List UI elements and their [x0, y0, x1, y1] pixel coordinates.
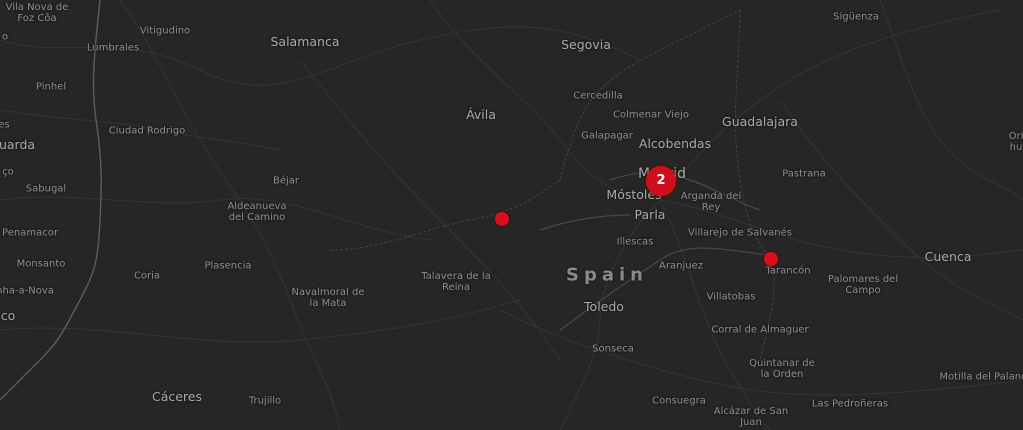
- place-label-alcobendas: Alcobendas: [638, 136, 712, 151]
- place-label-villarejo-de-salvanes: Villarejo de Salvanés: [688, 227, 792, 239]
- place-label-guarda: uarda: [0, 137, 36, 152]
- country-label-spain: Spain: [566, 264, 648, 286]
- place-label-siguenza: Sigüenza: [833, 11, 879, 23]
- place-label-talavera-de-la-reina: Talavera de la Reina: [421, 271, 491, 293]
- place-label-vila-nova-de-foz-coa: Vila Nova de Foz Côa: [5, 2, 69, 24]
- place-label-ticked-edge: ço: [2, 166, 14, 178]
- place-label-guadalajara: Guadalajara: [722, 114, 798, 129]
- place-label-trujillo: Trujillo: [248, 395, 282, 407]
- place-label-quintanar-de-la-orden: Quintanar de la Orden: [749, 358, 815, 380]
- place-label-navalmoral-de-la-mata: Navalmoral de la Mata: [291, 287, 365, 309]
- place-label-cuenca: Cuenca: [924, 249, 972, 264]
- place-label-monsanto: Monsanto: [16, 258, 66, 270]
- place-label-salamanca: Salamanca: [270, 34, 340, 49]
- place-label-caceres: Cáceres: [151, 389, 203, 404]
- place-label-toledo: Toledo: [584, 299, 624, 314]
- place-label-palomares-del-campo: Palomares del Campo: [827, 274, 899, 296]
- place-label-idanha-a-nova: nha-a-Nova: [0, 285, 54, 297]
- place-label-orihuela-edge: Ori hu: [1008, 131, 1023, 153]
- place-label-cercedilla: Cercedilla: [573, 90, 623, 102]
- place-label-sabugal: Sabugal: [25, 183, 67, 195]
- place-label-coria: Coria: [133, 270, 161, 282]
- place-label-lumbrales: Lumbrales: [86, 42, 140, 54]
- place-label-bejar: Béjar: [272, 175, 300, 187]
- place-label-penamacor: Penamacor: [2, 227, 58, 239]
- place-label-tarancon: Tarancón: [765, 265, 811, 277]
- place-label-segovia: Segovia: [561, 37, 611, 52]
- map-roads-layer: [0, 0, 1023, 430]
- place-label-sonseca: Sonseca: [592, 343, 634, 355]
- place-label-arganda-del-rey: Arganda del Rey: [680, 191, 742, 213]
- place-label-illescas: Illescas: [616, 236, 654, 248]
- place-label-aldeanueva-del-camino: Aldeanueva del Camino: [227, 201, 287, 223]
- place-label-parla: Parla: [634, 207, 666, 222]
- map-marker-tarancon[interactable]: [764, 252, 778, 266]
- place-label-motilla-del-palancar: Motilla del Palanca: [939, 371, 1023, 383]
- map-canvas[interactable]: Vila Nova de Foz Côa Vitigudino Lumbrale…: [0, 0, 1023, 430]
- marker-cluster-madrid[interactable]: 2: [646, 166, 676, 196]
- map-marker-talavera-area[interactable]: [495, 212, 509, 226]
- place-label-galapagar: Galapagar: [581, 130, 633, 142]
- place-label-edge-es: es: [0, 119, 10, 131]
- place-label-pastrana: Pastrana: [782, 168, 826, 180]
- place-label-las-pedroneras: Las Pedroñeras: [811, 398, 889, 410]
- place-label-plasencia: Plasencia: [204, 260, 252, 272]
- place-label-avila: Ávila: [466, 107, 496, 122]
- place-label-pinhel: Pinhel: [35, 81, 67, 93]
- place-label-colmenar-viejo: Colmenar Viejo: [613, 109, 689, 121]
- place-label-aranjuez: Aranjuez: [659, 260, 703, 272]
- place-label-ciudad-rodrigo: Ciudad Rodrigo: [108, 125, 186, 137]
- place-label-co: co: [0, 308, 16, 323]
- place-label-edge-o: o: [1, 31, 9, 43]
- place-label-alcazar-de-san-juan: Alcázar de San Juan: [713, 406, 789, 428]
- place-label-corral-de-almaguer: Corral de Almaguer: [711, 324, 809, 336]
- place-label-consuegra: Consuegra: [652, 395, 706, 407]
- place-label-villatobas: Villatobas: [706, 291, 756, 303]
- place-label-vitigudino: Vitigudino: [139, 25, 191, 37]
